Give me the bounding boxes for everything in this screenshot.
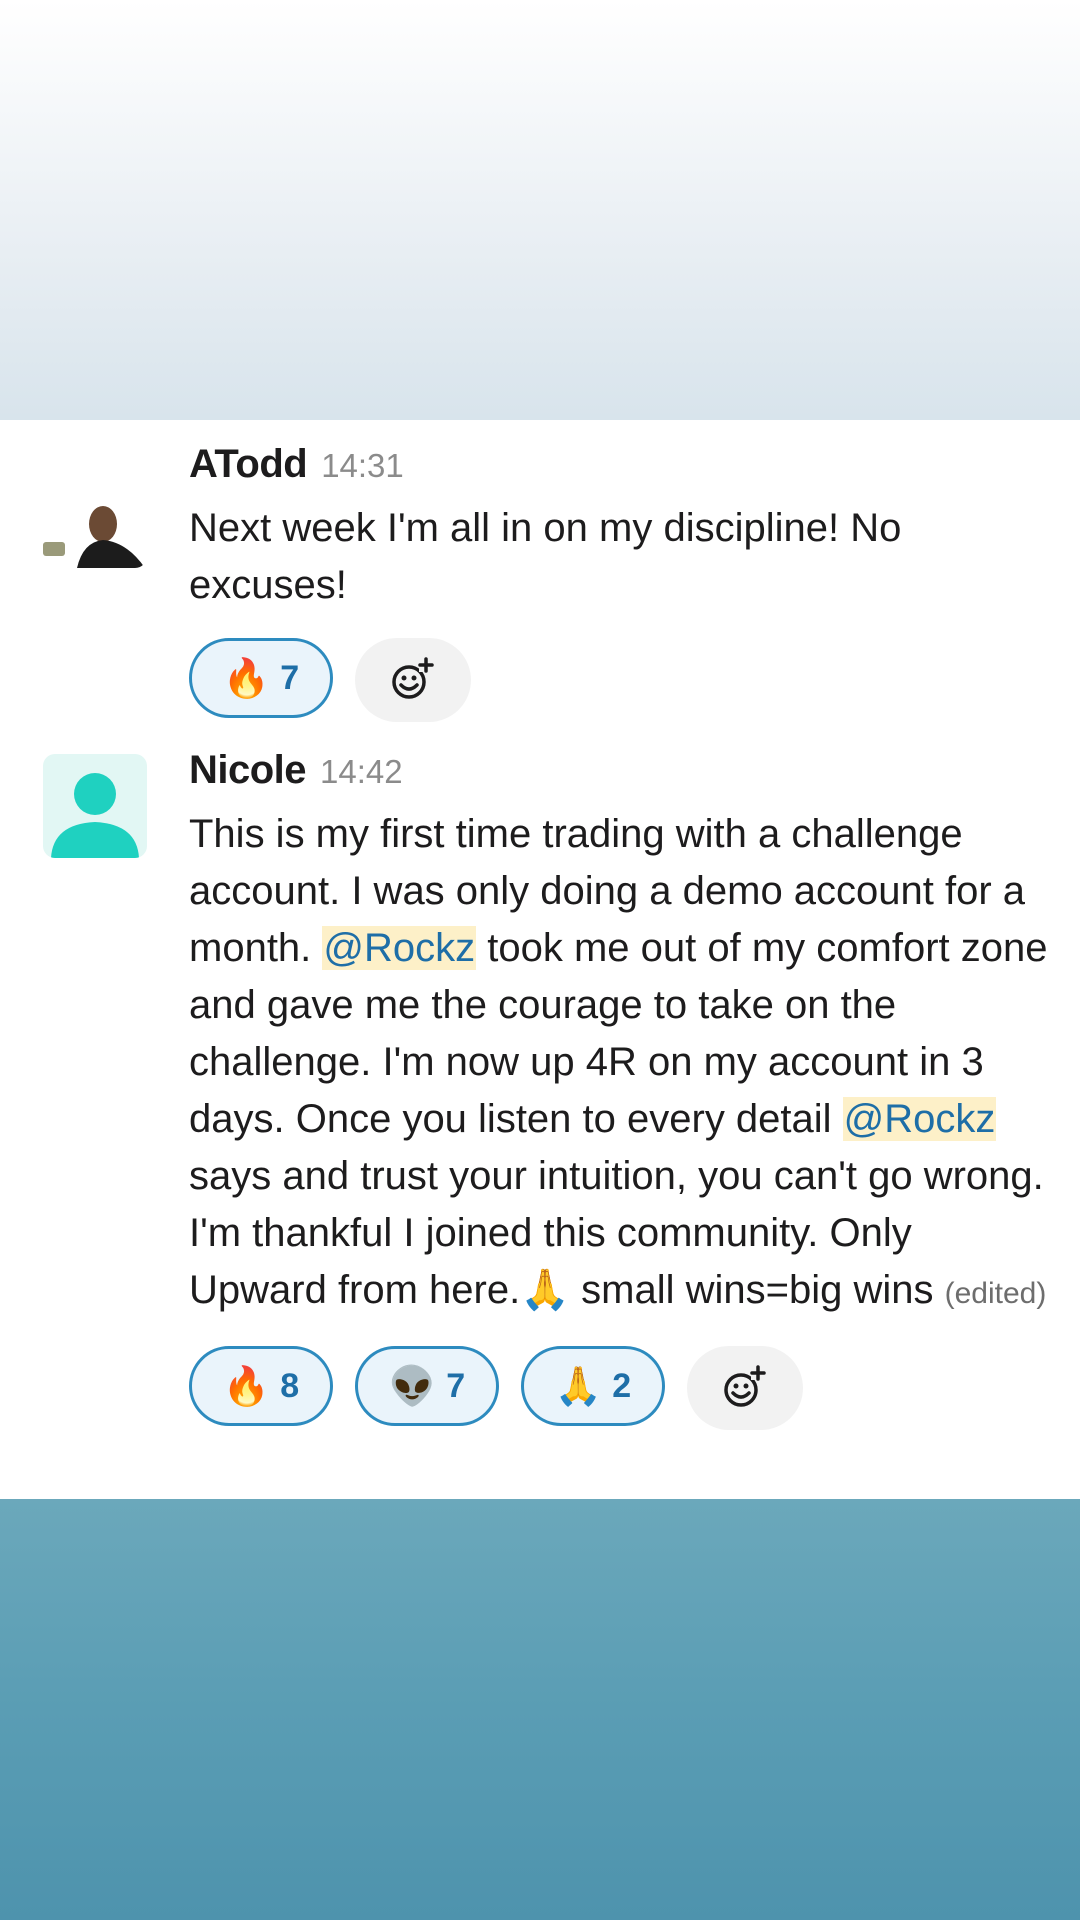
folded-hands-emoji-icon: 🙏 — [554, 1364, 603, 1408]
bottom-background — [0, 1499, 1080, 1920]
user-photo-icon — [43, 464, 147, 568]
reaction-alien[interactable]: 👽 7 — [355, 1346, 499, 1426]
reactions-bar: 🔥 7 — [189, 638, 1049, 722]
reaction-count: 7 — [280, 658, 300, 697]
message-text: Next week I'm all in on my discipline! N… — [189, 506, 902, 607]
reactions-bar: 🔥 8 👽 7 🙏 2 — [189, 1346, 1049, 1430]
timestamp[interactable]: 14:42 — [320, 753, 403, 791]
add-emoji-icon — [392, 657, 434, 699]
alien-emoji-icon: 👽 — [388, 1364, 437, 1408]
author-name[interactable]: ATodd — [189, 442, 308, 487]
reaction-folded-hands[interactable]: 🙏 2 — [521, 1346, 665, 1426]
author-name[interactable]: Nicole — [189, 748, 307, 793]
reaction-count: 2 — [612, 1366, 632, 1405]
reaction-count: 8 — [280, 1366, 300, 1405]
message-text: This is my first time trading with a cha… — [189, 806, 1049, 1322]
top-background — [0, 0, 1080, 420]
reaction-count: 7 — [446, 1366, 466, 1405]
fire-emoji-icon: 🔥 — [222, 656, 271, 700]
message-list: ATodd 14:31 Next week I'm all in on my d… — [0, 420, 1080, 1499]
avatar[interactable] — [43, 464, 147, 568]
user-mention[interactable]: @Rockz — [322, 926, 477, 970]
fire-emoji-icon: 🔥 — [222, 1364, 271, 1408]
edited-label: (edited) — [944, 1277, 1047, 1310]
folded-hands-emoji-icon: 🙏 — [520, 1268, 571, 1312]
avatar[interactable] — [43, 754, 147, 858]
reaction-fire[interactable]: 🔥 7 — [189, 638, 333, 718]
timestamp[interactable]: 14:31 — [321, 447, 404, 485]
add-emoji-icon — [724, 1365, 766, 1407]
default-user-icon — [51, 773, 139, 858]
add-reaction-button[interactable] — [687, 1346, 803, 1430]
add-reaction-button[interactable] — [355, 638, 471, 722]
user-mention[interactable]: @Rockz — [842, 1097, 997, 1141]
text-segment: small wins=big wins — [570, 1268, 945, 1312]
reaction-fire[interactable]: 🔥 8 — [189, 1346, 333, 1426]
